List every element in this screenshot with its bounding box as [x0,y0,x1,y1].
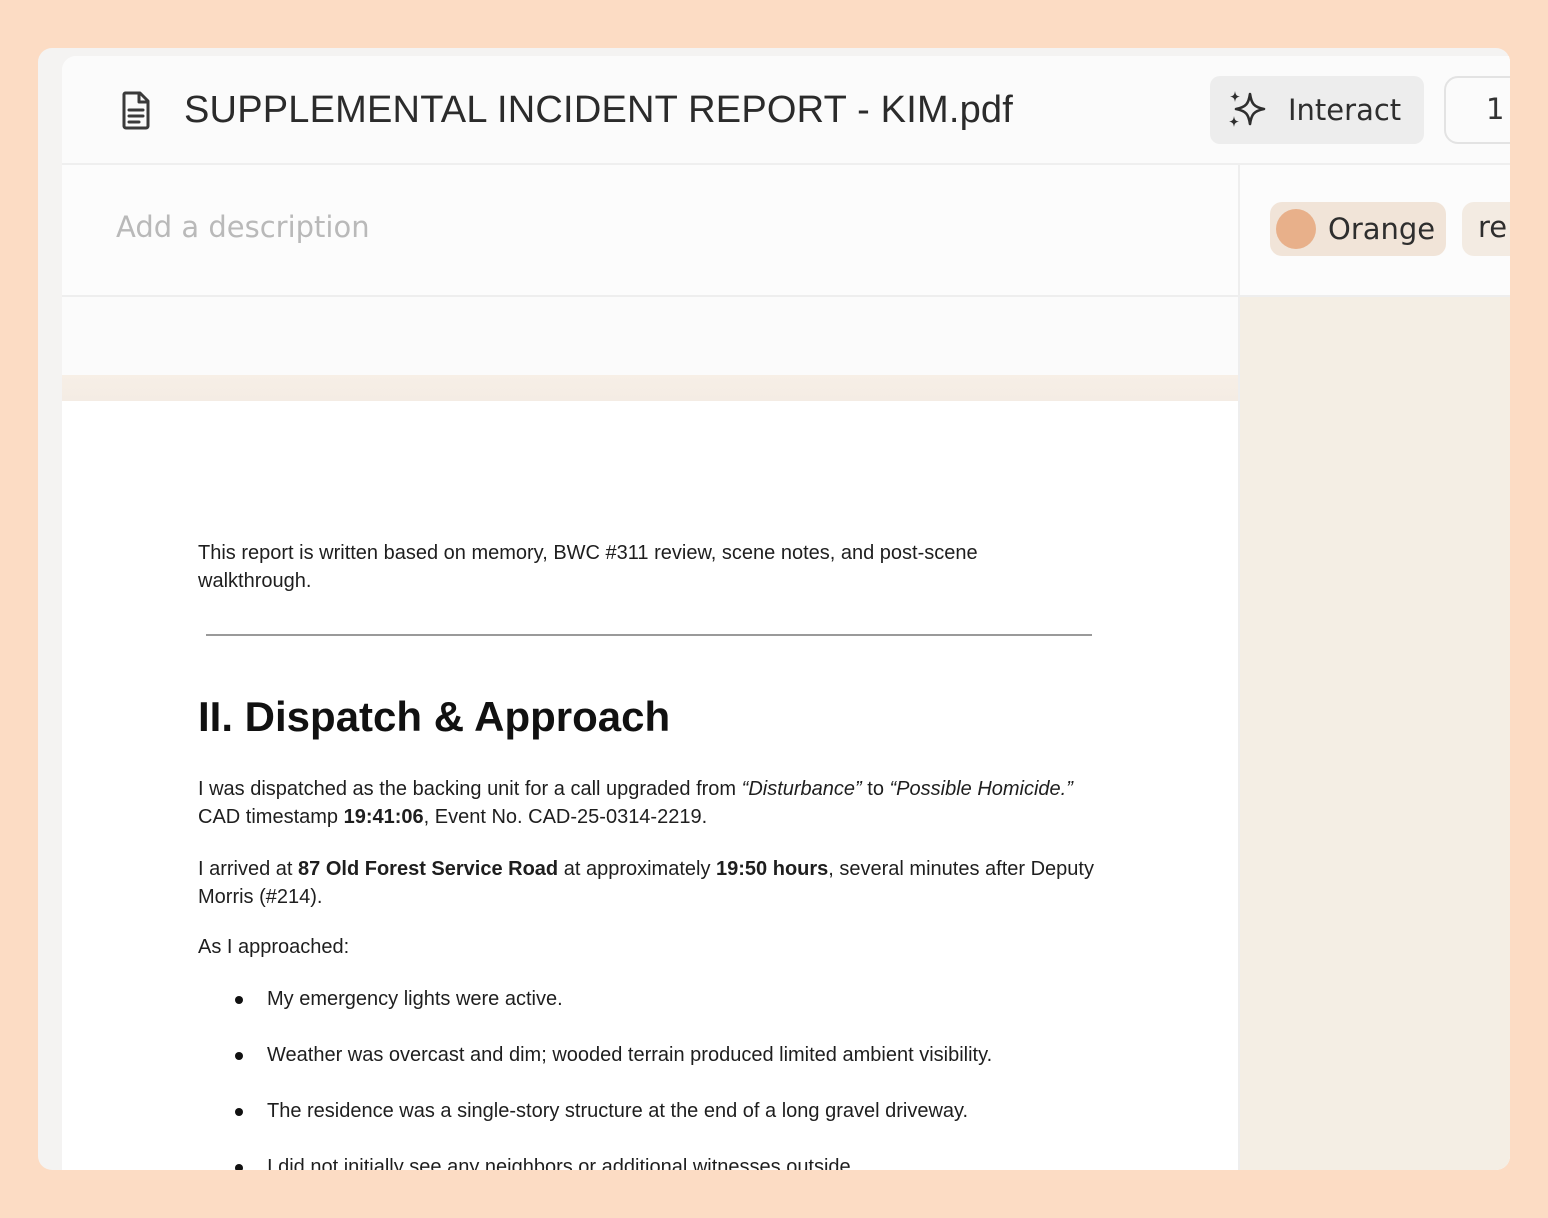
tag-second[interactable]: re [1462,202,1510,256]
bullet-list: My emergency lights were active. Weather… [198,985,1098,1170]
horizontal-rule [206,634,1092,636]
page-number: 1 [1486,92,1505,126]
bullet-icon [235,1052,243,1060]
file-title: SUPPLEMENTAL INCIDENT REPORT - KIM.pdf [184,89,1014,131]
interact-label: Interact [1288,93,1402,127]
tag-second-label: re [1478,210,1508,244]
document-icon [122,91,150,130]
paragraph-dispatch: I was dispatched as the backing unit for… [198,778,1073,828]
header-bar: SUPPLEMENTAL INCIDENT REPORT - KIM.pdf I… [62,56,1510,165]
list-item: Weather was overcast and dim; wooded ter… [198,1041,1098,1097]
paragraph-approach: As I approached: [198,936,350,958]
description-input[interactable] [116,205,1016,249]
bullet-icon [235,996,243,1004]
tag-bar: Orange re [1240,165,1510,297]
interact-button[interactable]: Interact [1210,76,1424,144]
description-area [62,165,1238,297]
intro-paragraph: This report is written based on memory, … [198,542,978,592]
list-item: My emergency lights were active. [198,985,1098,1041]
pdf-page: This report is written based on memory, … [62,401,1238,1170]
section-heading: II. Dispatch & Approach [198,693,671,740]
sparkle-icon [1229,91,1266,127]
toolbar-strip [62,297,1238,375]
page-number-button[interactable]: 1 [1444,76,1510,144]
document-viewer: SUPPLEMENTAL INCIDENT REPORT - KIM.pdf I… [62,56,1510,1170]
list-item: I did not initially see any neighbors or… [198,1153,1098,1170]
tag-orange-label: Orange [1328,212,1436,246]
tag-orange[interactable]: Orange [1270,202,1446,256]
bullet-icon [235,1164,243,1170]
paragraph-arrival: I arrived at 87 Old Forest Service Road … [198,858,1094,908]
bullet-icon [235,1108,243,1116]
list-item: The residence was a single-story structu… [198,1097,1098,1153]
app-window: SUPPLEMENTAL INCIDENT REPORT - KIM.pdf I… [38,48,1510,1170]
side-panel [1240,297,1510,1170]
page-gap [62,375,1238,401]
color-dot [1276,209,1316,249]
